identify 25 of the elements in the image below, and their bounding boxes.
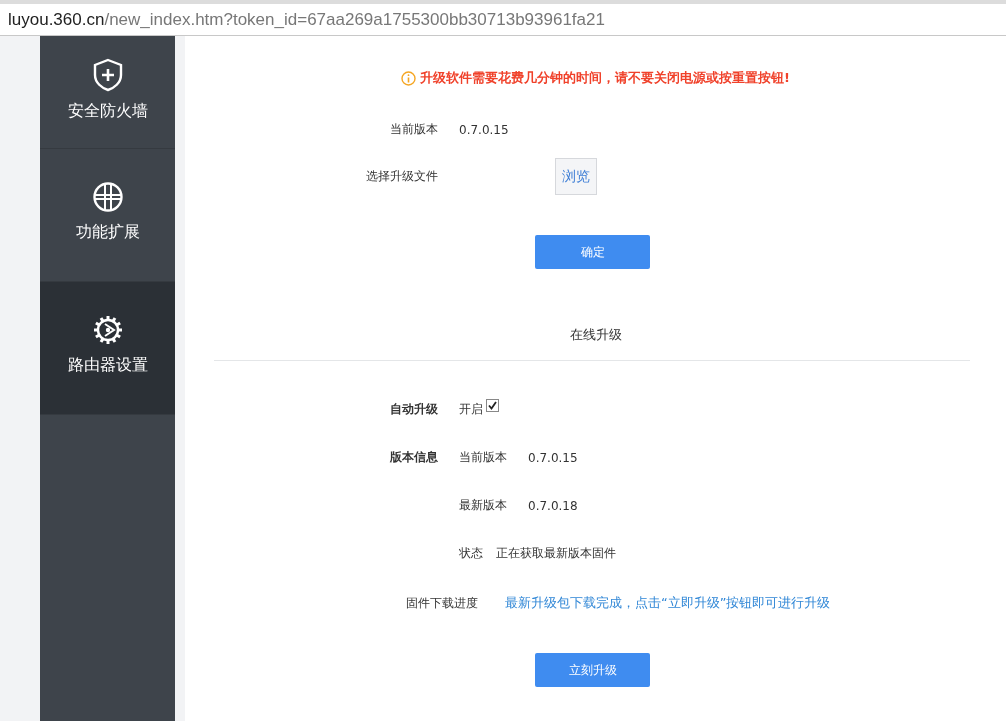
download-status-text: 最新升级包下载完成，点击“立即升级”按钮即可进行升级 bbox=[505, 594, 831, 612]
info-icon bbox=[401, 70, 417, 86]
field-label: 当前版本 bbox=[389, 121, 438, 138]
version-value: 0.7.0.15 bbox=[459, 122, 509, 137]
field-label: 最新版本 bbox=[459, 497, 507, 514]
shield-plus-icon bbox=[91, 58, 124, 92]
field-label: 当前版本 bbox=[459, 449, 507, 466]
field-label: 固件下载进度 bbox=[405, 594, 478, 612]
version-value: 0.7.0.18 bbox=[528, 498, 578, 513]
field-label: 选择升级文件 bbox=[365, 168, 438, 185]
section-title: 在线升级 bbox=[568, 326, 623, 344]
option-label: 开启 bbox=[459, 401, 483, 418]
sidebar-item[interactable]: 路由器设置 bbox=[40, 282, 175, 415]
warning-text: 升级软件需要花费几分钟的时间，请不要关闭电源或按重置按钮! bbox=[420, 69, 790, 87]
gear-icon bbox=[91, 314, 124, 346]
version-value: 0.7.0.15 bbox=[528, 450, 578, 465]
checkbox[interactable] bbox=[486, 399, 499, 412]
address-url[interactable]: luyou.360.cn/new_index.htm?token_id=67aa269a1755300bb30713b93961fa21 bbox=[8, 9, 605, 30]
circle-grid-icon bbox=[91, 181, 124, 213]
field-label: 自动升级 bbox=[389, 401, 438, 418]
browse-button[interactable]: 浏览 bbox=[555, 158, 597, 195]
sidebar-item[interactable]: 安全防火墙 bbox=[40, 36, 175, 149]
status-value: 正在获取最新版本固件 bbox=[496, 545, 616, 562]
field-label: 版本信息 bbox=[389, 449, 438, 466]
field-label: 状态 bbox=[459, 545, 483, 562]
